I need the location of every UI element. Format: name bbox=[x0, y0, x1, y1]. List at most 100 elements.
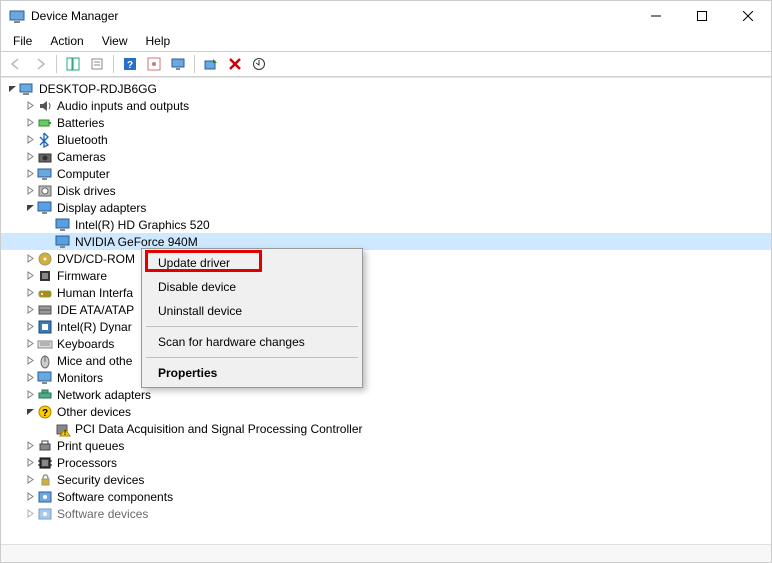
tree-item[interactable]: Keyboards bbox=[1, 335, 771, 352]
tree-item-label: PCI Data Acquisition and Signal Processi… bbox=[75, 422, 362, 436]
context-disable-device[interactable]: Disable device bbox=[144, 275, 360, 299]
computer-root-icon bbox=[19, 81, 35, 97]
tree-item[interactable]: Audio inputs and outputs bbox=[1, 97, 771, 114]
camera-icon bbox=[37, 149, 53, 165]
chevron-right-icon[interactable] bbox=[23, 354, 37, 368]
tree-item[interactable]: DESKTOP-RDJB6GG bbox=[1, 80, 771, 97]
tree-view[interactable]: DESKTOP-RDJB6GGAudio inputs and outputsB… bbox=[1, 77, 771, 544]
tree-item[interactable]: Security devices bbox=[1, 471, 771, 488]
toolbar-properties-button[interactable] bbox=[86, 53, 108, 75]
chevron-right-icon[interactable] bbox=[23, 133, 37, 147]
toolbar-help-button[interactable]: ? bbox=[119, 53, 141, 75]
chevron-right-icon[interactable] bbox=[23, 439, 37, 453]
tree-item-label: DESKTOP-RDJB6GG bbox=[39, 82, 157, 96]
tree-item[interactable]: Software components bbox=[1, 488, 771, 505]
tree-item[interactable]: ? Other devices bbox=[1, 403, 771, 420]
chevron-down-icon[interactable] bbox=[23, 201, 37, 215]
tree-item[interactable]: Display adapters bbox=[1, 199, 771, 216]
chevron-down-icon[interactable] bbox=[5, 82, 19, 96]
svg-text:?: ? bbox=[42, 408, 48, 419]
network-icon bbox=[37, 387, 53, 403]
chevron-right-icon[interactable] bbox=[23, 167, 37, 181]
context-uninstall-device[interactable]: Uninstall device bbox=[144, 299, 360, 323]
tree-item[interactable]: Batteries bbox=[1, 114, 771, 131]
chevron-right-icon[interactable] bbox=[23, 303, 37, 317]
chevron-down-icon[interactable] bbox=[23, 405, 37, 419]
chevron-right-icon[interactable] bbox=[23, 116, 37, 130]
tree-item[interactable]: Software devices bbox=[1, 505, 771, 522]
tree-item-label: Software devices bbox=[57, 507, 148, 521]
tree-item[interactable]: Intel(R) Dynar bbox=[1, 318, 771, 335]
context-update-driver[interactable]: Update driver bbox=[144, 251, 360, 275]
toolbar-monitor-button[interactable] bbox=[167, 53, 189, 75]
toolbar-remove-button[interactable] bbox=[224, 53, 246, 75]
toolbar-action-button[interactable] bbox=[143, 53, 165, 75]
chevron-right-icon[interactable] bbox=[23, 184, 37, 198]
tree-item[interactable]: Intel(R) HD Graphics 520 bbox=[1, 216, 771, 233]
chevron-right-icon[interactable] bbox=[23, 269, 37, 283]
tree-item[interactable]: Monitors bbox=[1, 369, 771, 386]
tree-item[interactable]: Bluetooth bbox=[1, 131, 771, 148]
maximize-button[interactable] bbox=[679, 1, 725, 31]
chevron-right-icon[interactable] bbox=[23, 371, 37, 385]
bluetooth-icon bbox=[37, 132, 53, 148]
processor-icon bbox=[37, 455, 53, 471]
svg-text:?: ? bbox=[127, 60, 133, 71]
tree-item[interactable]: Computer bbox=[1, 165, 771, 182]
toolbar-update-button[interactable] bbox=[248, 53, 270, 75]
menu-file[interactable]: File bbox=[5, 32, 40, 50]
tree-item-label: Mice and othe bbox=[57, 354, 132, 368]
software-icon bbox=[37, 506, 53, 522]
tree-item-label: NVIDIA GeForce 940M bbox=[75, 235, 198, 249]
chevron-right-icon[interactable] bbox=[23, 507, 37, 521]
tree-item[interactable]: ! PCI Data Acquisition and Signal Process… bbox=[1, 420, 771, 437]
tree-item[interactable]: Mice and othe bbox=[1, 352, 771, 369]
toolbar-separator bbox=[56, 55, 57, 73]
menu-view[interactable]: View bbox=[94, 32, 136, 50]
toolbar-scan-button[interactable] bbox=[200, 53, 222, 75]
tree-item[interactable]: Human Interfa bbox=[1, 284, 771, 301]
toolbar-show-hide-button[interactable] bbox=[62, 53, 84, 75]
toolbar-separator bbox=[113, 55, 114, 73]
tree-item-label: Disk drives bbox=[57, 184, 116, 198]
chevron-right-icon[interactable] bbox=[23, 337, 37, 351]
tree-item[interactable]: Processors bbox=[1, 454, 771, 471]
menu-help[interactable]: Help bbox=[138, 32, 179, 50]
toolbar-separator bbox=[194, 55, 195, 73]
chevron-right-icon[interactable] bbox=[23, 490, 37, 504]
tree-item[interactable]: DVD/CD-ROM bbox=[1, 250, 771, 267]
context-scan-hardware[interactable]: Scan for hardware changes bbox=[144, 330, 360, 354]
chevron-right-icon[interactable] bbox=[23, 252, 37, 266]
tree-item[interactable]: NVIDIA GeForce 940M bbox=[1, 233, 771, 250]
warning-icon: ! bbox=[55, 421, 71, 437]
computer-icon bbox=[37, 166, 53, 182]
tree-item-label: Keyboards bbox=[57, 337, 114, 351]
tree-item-label: Intel(R) HD Graphics 520 bbox=[75, 218, 210, 232]
chevron-right-icon[interactable] bbox=[23, 150, 37, 164]
tree-item[interactable]: Cameras bbox=[1, 148, 771, 165]
chevron-right-icon[interactable] bbox=[23, 388, 37, 402]
chevron-right-icon[interactable] bbox=[23, 473, 37, 487]
tree-item[interactable]: Firmware bbox=[1, 267, 771, 284]
battery-icon bbox=[37, 115, 53, 131]
chevron-right-icon[interactable] bbox=[23, 456, 37, 470]
minimize-button[interactable] bbox=[633, 1, 679, 31]
tree-item[interactable]: IDE ATA/ATAP bbox=[1, 301, 771, 318]
chevron-right-icon[interactable] bbox=[23, 286, 37, 300]
tree-item-label: Intel(R) Dynar bbox=[57, 320, 132, 334]
disk-icon bbox=[37, 183, 53, 199]
tree-item-label: Bluetooth bbox=[57, 133, 108, 147]
toolbar-back-button[interactable] bbox=[5, 53, 27, 75]
tree-item[interactable]: Network adapters bbox=[1, 386, 771, 403]
chevron-right-icon[interactable] bbox=[23, 320, 37, 334]
tree-item[interactable]: Disk drives bbox=[1, 182, 771, 199]
svg-text:!: ! bbox=[64, 430, 66, 437]
tree-item-label: Network adapters bbox=[57, 388, 151, 402]
menu-action[interactable]: Action bbox=[42, 32, 91, 50]
tree-item[interactable]: Print queues bbox=[1, 437, 771, 454]
chevron-right-icon[interactable] bbox=[23, 99, 37, 113]
toolbar-forward-button[interactable] bbox=[29, 53, 51, 75]
context-properties[interactable]: Properties bbox=[144, 361, 360, 385]
tree-item-label: Other devices bbox=[57, 405, 131, 419]
close-button[interactable] bbox=[725, 1, 771, 31]
